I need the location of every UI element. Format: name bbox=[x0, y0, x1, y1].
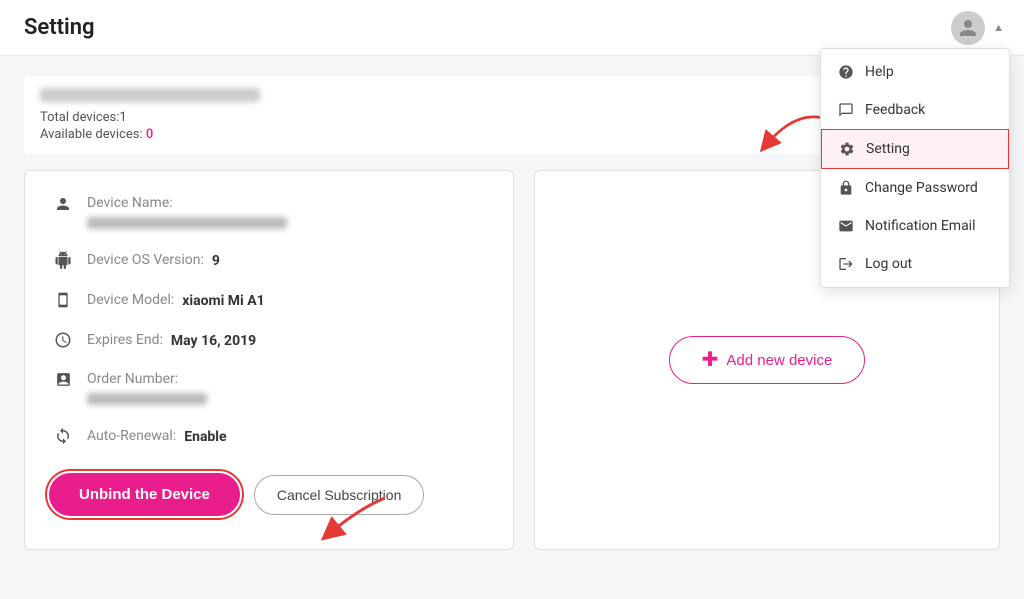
phone-icon bbox=[49, 291, 77, 309]
device-name-content: Device Name: bbox=[87, 195, 489, 229]
device-name-value-blurred bbox=[87, 217, 287, 229]
unbind-button-wrapper: Unbind the Device bbox=[49, 473, 240, 516]
chevron-down-icon: ▲ bbox=[993, 21, 1004, 34]
device-name-label: Device Name: bbox=[87, 195, 489, 211]
user-email-blurred bbox=[40, 88, 260, 102]
dropdown-item-feedback-label: Feedback bbox=[865, 102, 925, 118]
device-os-value: 9 bbox=[212, 253, 220, 269]
expires-label: Expires End: bbox=[87, 332, 163, 348]
page-title: Setting bbox=[24, 15, 95, 40]
dropdown-item-help-label: Help bbox=[865, 64, 894, 80]
auto-renewal-field: Auto-Renewal: Enable bbox=[49, 427, 489, 445]
help-icon bbox=[837, 63, 855, 81]
plus-icon: ✚ bbox=[702, 350, 719, 370]
expires-content: Expires End: May 16, 2019 bbox=[87, 331, 489, 349]
device-card: Device Name: Device OS Version: 9 bbox=[24, 170, 514, 550]
unbind-button[interactable]: Unbind the Device bbox=[49, 473, 240, 516]
device-model-label: Device Model: bbox=[87, 292, 174, 308]
add-new-device-label: Add new device bbox=[726, 352, 832, 369]
android-icon bbox=[49, 251, 77, 269]
renewal-icon bbox=[49, 427, 77, 445]
avatar[interactable] bbox=[951, 11, 985, 45]
dropdown-item-feedback[interactable]: Feedback bbox=[821, 91, 1009, 129]
dropdown-item-logout-label: Log out bbox=[865, 256, 912, 272]
header-right: ▲ bbox=[951, 11, 1004, 45]
feedback-icon bbox=[837, 101, 855, 119]
user-icon bbox=[958, 18, 978, 38]
order-icon bbox=[49, 371, 77, 388]
order-number-field: Order Number: bbox=[49, 371, 489, 405]
auto-renewal-content: Auto-Renewal: Enable bbox=[87, 427, 489, 445]
auto-renewal-inline: Auto-Renewal: Enable bbox=[87, 427, 489, 445]
dropdown-item-notification-email[interactable]: Notification Email bbox=[821, 207, 1009, 245]
dropdown-item-help[interactable]: Help bbox=[821, 53, 1009, 91]
device-os-content: Device OS Version: 9 bbox=[87, 251, 489, 269]
device-model-value: xiaomi Mi A1 bbox=[182, 293, 264, 309]
device-name-field: Device Name: bbox=[49, 195, 489, 229]
lock-icon bbox=[837, 179, 855, 197]
auto-renewal-label: Auto-Renewal: bbox=[87, 428, 176, 444]
add-new-device-button[interactable]: ✚ Add new device bbox=[669, 336, 866, 384]
person-icon bbox=[49, 195, 77, 213]
device-model-content: Device Model: xiaomi Mi A1 bbox=[87, 291, 489, 309]
auto-renewal-value: Enable bbox=[184, 429, 226, 445]
order-number-content: Order Number: bbox=[87, 371, 489, 405]
device-os-label: Device OS Version: bbox=[87, 252, 204, 268]
order-number-value-blurred bbox=[87, 393, 207, 405]
dropdown-item-logout[interactable]: Log out bbox=[821, 245, 1009, 283]
dropdown-item-change-password-label: Change Password bbox=[865, 180, 978, 196]
dropdown-item-change-password[interactable]: Change Password bbox=[821, 169, 1009, 207]
arrow-dropdown-indicator bbox=[749, 108, 829, 162]
arrow-unbind-indicator bbox=[310, 488, 400, 547]
expires-field: Expires End: May 16, 2019 bbox=[49, 331, 489, 349]
device-os-field: Device OS Version: 9 bbox=[49, 251, 489, 269]
expires-inline: Expires End: May 16, 2019 bbox=[87, 331, 489, 349]
device-os-inline: Device OS Version: 9 bbox=[87, 251, 489, 269]
dropdown-item-setting[interactable]: Setting bbox=[821, 129, 1009, 169]
clock-icon bbox=[49, 331, 77, 349]
page-container: Setting ▲ Help bbox=[0, 0, 1024, 599]
dropdown-menu: Help Feedback Setting Chan bbox=[820, 48, 1010, 288]
header: Setting ▲ Help bbox=[0, 0, 1024, 56]
buttons-row: Unbind the Device Cancel Subscription bbox=[49, 473, 489, 516]
expires-value: May 16, 2019 bbox=[171, 333, 256, 349]
dropdown-item-setting-label: Setting bbox=[866, 141, 910, 157]
setting-icon bbox=[838, 140, 856, 158]
dropdown-item-notification-email-label: Notification Email bbox=[865, 218, 976, 234]
logout-icon bbox=[837, 255, 855, 273]
email-icon bbox=[837, 217, 855, 235]
device-model-inline: Device Model: xiaomi Mi A1 bbox=[87, 291, 489, 309]
device-model-field: Device Model: xiaomi Mi A1 bbox=[49, 291, 489, 309]
order-number-label: Order Number: bbox=[87, 371, 489, 387]
